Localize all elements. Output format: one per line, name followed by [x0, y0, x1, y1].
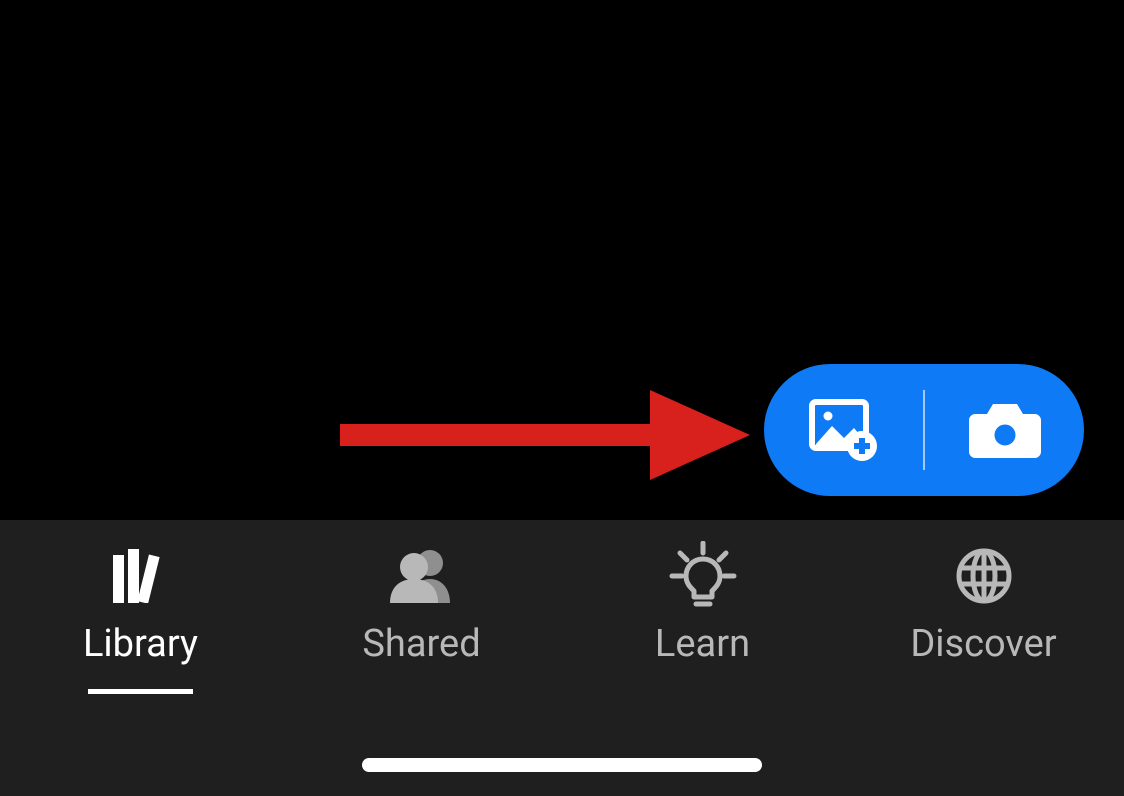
- nav-item-learn[interactable]: Learn: [562, 548, 843, 666]
- library-icon: [111, 548, 171, 604]
- camera-button[interactable]: [925, 364, 1084, 496]
- home-indicator[interactable]: [362, 758, 762, 772]
- red-arrow-annotation: [340, 390, 750, 480]
- globe-icon: [956, 548, 1012, 604]
- add-photo-button[interactable]: [764, 364, 923, 496]
- people-icon: [390, 548, 454, 604]
- nav-item-discover[interactable]: Discover: [843, 548, 1124, 666]
- nav-label-library: Library: [83, 622, 198, 666]
- add-photo-icon: [808, 398, 880, 462]
- nav-label-shared: Shared: [362, 622, 480, 666]
- nav-label-learn: Learn: [655, 622, 750, 666]
- nav-label-discover: Discover: [910, 622, 1056, 666]
- nav-underline: [88, 689, 193, 694]
- content-area: [0, 0, 1124, 520]
- nav-item-library[interactable]: Library: [0, 548, 281, 666]
- floating-action-button: [764, 364, 1084, 496]
- camera-icon: [969, 400, 1041, 460]
- nav-item-shared[interactable]: Shared: [281, 548, 562, 666]
- bottom-nav-bar: Library Shared: [0, 520, 1124, 796]
- lightbulb-icon: [668, 548, 738, 604]
